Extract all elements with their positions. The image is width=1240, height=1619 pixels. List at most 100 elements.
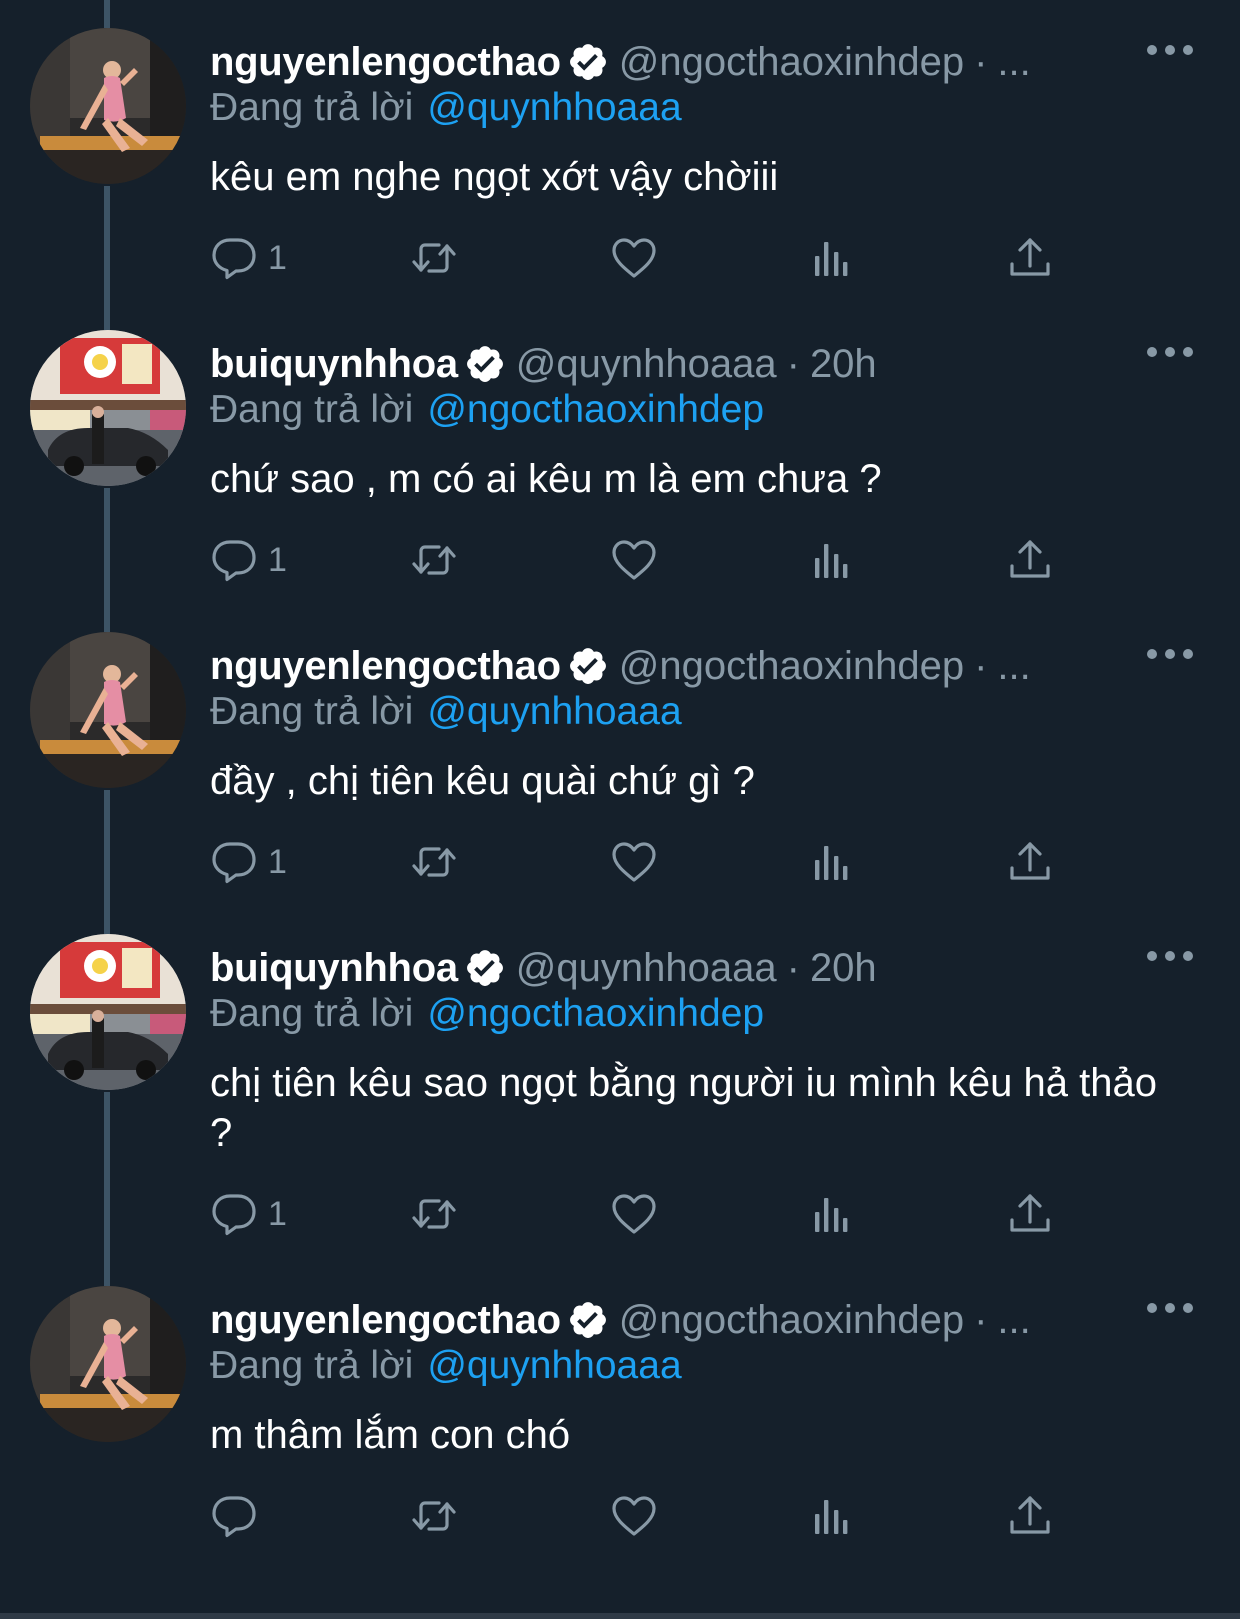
reply-mention-link[interactable]: @ngocthaoxinhdep bbox=[427, 992, 764, 1035]
user-handle[interactable]: @quynhhoaaa bbox=[516, 342, 777, 387]
verified-badge-icon bbox=[567, 41, 609, 83]
user-handle[interactable]: @quynhhoaaa bbox=[516, 946, 777, 991]
display-name[interactable]: nguyenlengocthao bbox=[210, 644, 561, 689]
reply-count: 1 bbox=[268, 842, 287, 881]
analytics-icon bbox=[808, 536, 856, 584]
replying-to: Đang trả lời @ngocthaoxinhdep bbox=[210, 992, 764, 1036]
share-button[interactable] bbox=[1006, 832, 1054, 892]
tweet-header: nguyenlengocthao @ngocthaoxinhdep · ... bbox=[210, 636, 1180, 696]
verified-badge-icon bbox=[464, 947, 506, 989]
reply-button[interactable]: 1 bbox=[210, 530, 287, 590]
more-options-icon[interactable] bbox=[1140, 1288, 1200, 1328]
avatar-street-car[interactable] bbox=[30, 934, 186, 1090]
more-options-icon[interactable] bbox=[1140, 332, 1200, 372]
separator-dot: · bbox=[974, 643, 988, 688]
retweet-button[interactable] bbox=[410, 1184, 458, 1244]
timestamp[interactable]: 20h bbox=[810, 342, 877, 387]
reply-mention-link[interactable]: @quynhhoaaa bbox=[427, 690, 681, 733]
timestamp[interactable]: ... bbox=[997, 1298, 1030, 1343]
like-button[interactable] bbox=[610, 1486, 658, 1546]
tweet-text: kêu em nghe ngọt xớt vậy chờiii bbox=[210, 155, 779, 199]
views-button[interactable] bbox=[808, 832, 856, 892]
avatar-woman-pink-dress[interactable] bbox=[30, 28, 186, 184]
tweet[interactable]: buiquynhhoa @quynhhoaaa · 20h Đang trả l… bbox=[0, 934, 1240, 1244]
analytics-icon bbox=[808, 1492, 856, 1540]
reply-mention-link[interactable]: @ngocthaoxinhdep bbox=[427, 388, 764, 431]
share-icon bbox=[1006, 838, 1054, 886]
more-options-icon[interactable] bbox=[1140, 30, 1200, 70]
tweet-text: chứ sao , m có ai kêu m là em chưa ? bbox=[210, 457, 882, 501]
display-name[interactable]: buiquynhhoa bbox=[210, 946, 458, 991]
share-button[interactable] bbox=[1006, 228, 1054, 288]
avatar-street-car[interactable] bbox=[30, 330, 186, 486]
tweet-text: đầy , chị tiên kêu quài chứ gì ? bbox=[210, 759, 755, 803]
verified-badge-icon bbox=[567, 645, 609, 687]
replying-label: Đang trả lời bbox=[210, 690, 414, 733]
tweet-header: nguyenlengocthao @ngocthaoxinhdep · ... bbox=[210, 32, 1180, 92]
display-name[interactable]: buiquynhhoa bbox=[210, 342, 458, 387]
display-name[interactable]: nguyenlengocthao bbox=[210, 40, 561, 85]
share-button[interactable] bbox=[1006, 1184, 1054, 1244]
divider bbox=[0, 1613, 1240, 1619]
tweet-actions bbox=[210, 1486, 1090, 1546]
more-options-icon[interactable] bbox=[1140, 634, 1200, 674]
analytics-icon bbox=[808, 838, 856, 886]
reply-mention-link[interactable]: @quynhhoaaa bbox=[427, 1344, 681, 1387]
retweet-button[interactable] bbox=[410, 228, 458, 288]
reply-button[interactable] bbox=[210, 1486, 268, 1546]
reply-icon bbox=[210, 1190, 258, 1238]
like-button[interactable] bbox=[610, 832, 658, 892]
share-icon bbox=[1006, 1190, 1054, 1238]
replying-to: Đang trả lời @quynhhoaaa bbox=[210, 1344, 682, 1388]
views-button[interactable] bbox=[808, 1184, 856, 1244]
avatar-woman-pink-dress[interactable] bbox=[30, 632, 186, 788]
views-button[interactable] bbox=[808, 1486, 856, 1546]
share-icon bbox=[1006, 234, 1054, 282]
display-name[interactable]: nguyenlengocthao bbox=[210, 1298, 561, 1343]
retweet-button[interactable] bbox=[410, 1486, 458, 1546]
reply-button[interactable]: 1 bbox=[210, 228, 287, 288]
reply-count: 1 bbox=[268, 540, 287, 579]
reply-button[interactable]: 1 bbox=[210, 832, 287, 892]
retweet-icon bbox=[410, 1190, 458, 1238]
tweet[interactable]: nguyenlengocthao @ngocthaoxinhdep · ... … bbox=[0, 632, 1240, 892]
heart-icon bbox=[610, 234, 658, 282]
replying-label: Đang trả lời bbox=[210, 86, 414, 129]
user-handle[interactable]: @ngocthaoxinhdep bbox=[619, 40, 964, 85]
share-icon bbox=[1006, 536, 1054, 584]
tweet-actions: 1 bbox=[210, 228, 1090, 288]
verified-badge-icon bbox=[464, 343, 506, 385]
retweet-button[interactable] bbox=[410, 530, 458, 590]
views-button[interactable] bbox=[808, 228, 856, 288]
like-button[interactable] bbox=[610, 228, 658, 288]
tweet-actions: 1 bbox=[210, 530, 1090, 590]
more-options-icon[interactable] bbox=[1140, 936, 1200, 976]
tweet[interactable]: buiquynhhoa @quynhhoaaa · 20h Đang trả l… bbox=[0, 330, 1240, 590]
reply-count: 1 bbox=[268, 1194, 287, 1233]
tweet[interactable]: nguyenlengocthao @ngocthaoxinhdep · ... … bbox=[0, 28, 1240, 288]
reply-button[interactable]: 1 bbox=[210, 1184, 287, 1244]
separator-dot: · bbox=[974, 39, 988, 84]
replying-to: Đang trả lời @ngocthaoxinhdep bbox=[210, 388, 764, 432]
replying-to: Đang trả lời @quynhhoaaa bbox=[210, 86, 682, 130]
timestamp[interactable]: ... bbox=[997, 644, 1030, 689]
reply-thread: nguyenlengocthao @ngocthaoxinhdep · ... … bbox=[0, 0, 1240, 1619]
views-button[interactable] bbox=[808, 530, 856, 590]
user-handle[interactable]: @ngocthaoxinhdep bbox=[619, 1298, 964, 1343]
like-button[interactable] bbox=[610, 530, 658, 590]
retweet-button[interactable] bbox=[410, 832, 458, 892]
timestamp[interactable]: 20h bbox=[810, 946, 877, 991]
reply-icon bbox=[210, 234, 258, 282]
separator-dot: · bbox=[974, 1297, 988, 1342]
separator-dot: · bbox=[786, 341, 800, 386]
tweet[interactable]: nguyenlengocthao @ngocthaoxinhdep · ... … bbox=[0, 1286, 1240, 1546]
timestamp[interactable]: ... bbox=[997, 40, 1030, 85]
avatar-woman-pink-dress[interactable] bbox=[30, 1286, 186, 1442]
share-button[interactable] bbox=[1006, 1486, 1054, 1546]
replying-to: Đang trả lời @quynhhoaaa bbox=[210, 690, 682, 734]
user-handle[interactable]: @ngocthaoxinhdep bbox=[619, 644, 964, 689]
like-button[interactable] bbox=[610, 1184, 658, 1244]
reply-mention-link[interactable]: @quynhhoaaa bbox=[427, 86, 681, 129]
heart-icon bbox=[610, 536, 658, 584]
share-button[interactable] bbox=[1006, 530, 1054, 590]
